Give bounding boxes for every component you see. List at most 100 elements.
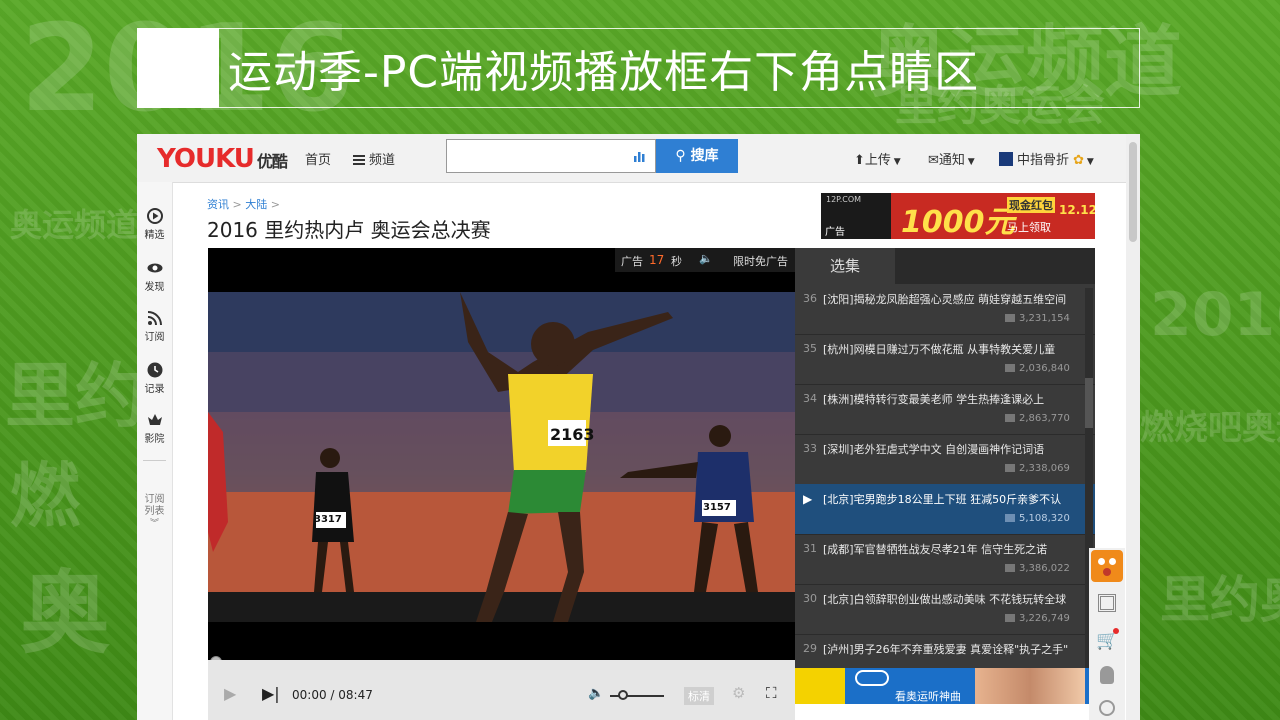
views-icon [1005, 614, 1015, 622]
item-number: 29 [803, 642, 817, 655]
mascot-icon[interactable] [1091, 550, 1123, 582]
search-button[interactable]: ⚲ 搜库 [656, 139, 738, 173]
user-name: 中指骨折 [1017, 153, 1070, 168]
lightbulb-icon[interactable] [1100, 666, 1114, 684]
play-circle-icon [146, 208, 163, 224]
chevron-down-icon: ▼ [890, 157, 901, 167]
item-title: [成都]军官替牺牲战友尽孝21年 信守生死之诺 [823, 543, 1048, 556]
item-title: [泸州]男子26年不弃重残爱妻 真爱诠释"执子之手" [823, 643, 1069, 656]
help-icon[interactable] [1099, 700, 1115, 716]
notify-button[interactable]: ✉通知 ▼ [928, 149, 975, 168]
views-icon [1005, 464, 1015, 472]
sidebar-item-history[interactable]: 记录 [137, 362, 172, 395]
ad-countdown-seconds: 17 [649, 253, 665, 267]
breadcrumb: 资讯 > 大陆 > [207, 196, 280, 212]
bg-word: 燃 [10, 455, 80, 537]
playlist-header: 选集 [795, 248, 1095, 284]
rss-icon [147, 311, 162, 326]
fullscreen-icon[interactable]: ⛶ [766, 684, 777, 702]
time-display: 00:00 / 08:47 [292, 688, 373, 702]
ad-countdown-bar: 广告 17 秒 🔈 限时免广告 [615, 248, 795, 272]
notify-label: 通知 [938, 153, 965, 168]
volume-handle[interactable] [618, 690, 628, 700]
ad-logo-block [795, 668, 845, 704]
sidebar-item-label: 精选 [144, 230, 165, 241]
youku-window: YOUKU 优酷 首页 频道 ⚲ 搜库 ⬆上传 ▼ ✉通知 ▼ 中指骨折 ✿ ▼ … [137, 134, 1140, 720]
player-controls: ▶ ▶| 00:00 / 08:47 🔈 标清 ⚙ ⛶ [208, 660, 795, 720]
slide-title: 运动季-PC端视频播放框右下角点睛区 [228, 47, 980, 98]
breadcrumb-separator: > [267, 198, 280, 211]
views-icon [1005, 514, 1015, 522]
nav-channel-link[interactable]: 频道 [353, 149, 395, 168]
playlist-item[interactable]: 36 [沈阳]揭秘龙凤胎超强心灵感应 萌娃穿越五维空间 3,231,154 [795, 284, 1095, 335]
tab-episodes[interactable]: 选集 [795, 248, 895, 284]
item-title: [北京]宅男跑步18公里上下班 狂减50斤亲爹不认 [823, 493, 1062, 506]
bottom-corner-ad[interactable]: 看奥运听神曲 [795, 668, 1089, 704]
top-navbar: YOUKU 优酷 首页 频道 ⚲ 搜库 ⬆上传 ▼ ✉通知 ▼ 中指骨折 ✿ ▼ [137, 134, 1140, 183]
sidebar-item-label: 记录 [144, 384, 165, 395]
sidebar-item-subscribe[interactable]: 订阅 [137, 310, 172, 343]
sidebar-item-label: 影院 [144, 434, 165, 445]
play-icon[interactable]: ▶ [224, 684, 236, 703]
next-icon[interactable]: ▶| [262, 684, 280, 703]
ad-cta: 马上领取 [1007, 221, 1051, 234]
ad-brand: 12P.COM [826, 195, 862, 204]
item-title: [深圳]老外狂虐式学中文 自创漫画神作记词语 [823, 443, 1045, 456]
play-icon: ▶ [803, 492, 813, 506]
playlist-scroll-thumb[interactable] [1085, 378, 1093, 428]
sidebar-subscribe-list[interactable]: 订阅 列表 ︾ [137, 482, 172, 542]
playlist-item[interactable]: 30 [北京]白领辞职创业做出感动美味 不花钱玩转全球 3,226,749 [795, 584, 1095, 635]
sidebar-subscribe-list-label: 订阅 列表 [144, 494, 165, 517]
bg-word: 奥运频道 [10, 206, 139, 244]
nav-channel-label: 频道 [369, 153, 396, 168]
ad-logo-shape [855, 670, 889, 686]
mail-icon: ✉ [928, 153, 939, 168]
sidebar-item-featured[interactable]: 精选 [137, 208, 172, 241]
ad-label: 现金红包 [1007, 197, 1055, 213]
item-number: 33 [803, 442, 817, 455]
menu-icon [353, 155, 365, 165]
chevron-down-icon: ︾ [149, 519, 159, 529]
search-input[interactable] [446, 139, 656, 173]
video-frame[interactable]: 2163 3317 3157 [208, 292, 795, 622]
sidebar-item-label: 订阅 [144, 332, 165, 343]
playlist-item[interactable]: 35 [杭州]网模日赚过万不做花瓶 从事特教关爱儿童 2,036,840 [795, 334, 1095, 385]
volume-slider[interactable] [610, 690, 664, 700]
item-views: 3,231,154 [1019, 313, 1070, 324]
sidebar-item-discover[interactable]: 发现 [137, 260, 172, 293]
item-title: [杭州]网模日赚过万不做花瓶 从事特教关爱儿童 [823, 343, 1056, 356]
page-scroll-thumb[interactable] [1129, 142, 1137, 242]
ad-countdown-label: 广告 [621, 255, 643, 268]
playlist-item[interactable]: 31 [成都]军官替牺牲战友尽孝21年 信守生死之诺 3,386,022 [795, 534, 1095, 585]
quality-button[interactable]: 标清 [684, 687, 714, 705]
search-icon: ⚲ [675, 148, 691, 164]
bib-number: 2163 [550, 425, 595, 444]
ad-tag: 广告 [825, 227, 845, 238]
eye-icon [147, 263, 162, 273]
skip-ad-link[interactable]: 限时免广告 [733, 253, 788, 269]
breadcrumb-item[interactable]: 大陆 [245, 198, 267, 211]
upload-button[interactable]: ⬆上传 ▼ [854, 149, 901, 168]
breadcrumb-item[interactable]: 资讯 [207, 198, 229, 211]
settings-icon[interactable]: ⚙ [732, 684, 745, 702]
item-views: 5,108,320 [1019, 513, 1070, 524]
notification-dot [1113, 628, 1119, 634]
chevron-down-icon: ▼ [1084, 157, 1094, 167]
sidebar-item-cinema[interactable]: 影院 [137, 412, 172, 445]
playlist-item[interactable]: 34 [株洲]模特转行变最美老师 学生热捧逢课必上 2,863,770 [795, 384, 1095, 435]
item-title: [株洲]模特转行变最美老师 学生热捧逢课必上 [823, 393, 1045, 406]
qr-code-icon[interactable] [1098, 594, 1116, 612]
playlist-item[interactable]: 33 [深圳]老外狂虐式学中文 自创漫画神作记词语 2,338,069 [795, 434, 1095, 485]
youku-logo[interactable]: YOUKU 优酷 [157, 144, 288, 174]
top-ad-banner[interactable]: 12P.COM 广告 1000元 现金红包 马上领取 12.12 [821, 193, 1095, 239]
playlist-item-active[interactable]: ▶ [北京]宅男跑步18公里上下班 狂减50斤亲爹不认 5,108,320 [795, 484, 1095, 535]
mute-ad-icon[interactable]: 🔈 [699, 252, 713, 265]
video-player[interactable]: 广告 17 秒 🔈 限时免广告 2163 3317 3157 ▶ ▶| 00:0… [208, 248, 795, 720]
slide-title-block [137, 28, 219, 108]
user-menu[interactable]: 中指骨折 ✿ ▼ [999, 149, 1094, 168]
views-icon [1005, 314, 1015, 322]
volume-icon[interactable]: 🔈 [588, 686, 604, 701]
nav-home-link[interactable]: 首页 [305, 149, 331, 168]
item-title: [沈阳]揭秘龙凤胎超强心灵感应 萌娃穿越五维空间 [823, 293, 1067, 306]
sidebar-item-label: 发现 [144, 282, 165, 293]
